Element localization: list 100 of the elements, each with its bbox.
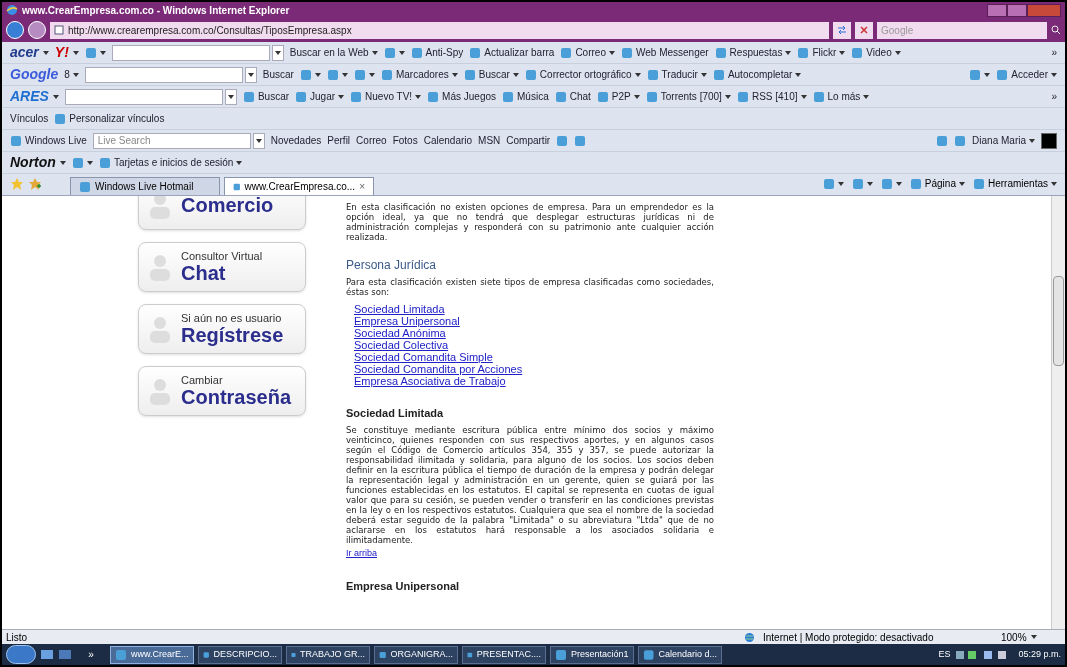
icon-button[interactable] [822, 177, 844, 190]
toolbar-button[interactable]: Calendario [423, 133, 473, 148]
maximize-button[interactable] [1007, 3, 1027, 17]
more-button[interactable]: » [76, 647, 106, 662]
logo-button[interactable]: Norton [10, 152, 66, 173]
toolbar-button[interactable]: Autocompletar [712, 67, 802, 82]
clock[interactable]: 05:29 p.m. [1018, 647, 1061, 662]
toolbar-button[interactable]: Corrector ortográfico [524, 67, 641, 82]
link[interactable]: Sociedad Comandita Simple [354, 351, 493, 363]
sidebar-button[interactable]: Comercio [138, 196, 306, 230]
toolbar-button[interactable]: Personalizar vínculos [54, 111, 165, 126]
toolbar-button[interactable]: Buscar en la Web [289, 45, 378, 60]
minimize-button[interactable] [987, 3, 1007, 17]
toolbar-button[interactable]: Flickr [797, 45, 846, 60]
sidebar-button[interactable]: Cambiar Contraseña [138, 366, 306, 416]
add-favorite-icon[interactable] [28, 177, 42, 191]
toolbar-button[interactable]: Tarjetas e inicios de sesión [98, 155, 243, 170]
command-button[interactable]: Herramientas [972, 176, 1057, 191]
toolbar-button[interactable]: Buscar [242, 89, 290, 104]
forward-button[interactable] [28, 21, 46, 39]
taskbar-button[interactable]: Calendario d... [638, 645, 722, 664]
dropdown-button[interactable] [224, 88, 237, 105]
more-button[interactable]: » [1051, 89, 1057, 104]
back-button[interactable] [6, 21, 24, 39]
toolbar-button[interactable]: Compartir [506, 133, 551, 148]
link[interactable]: Sociedad Comandita por Acciones [354, 363, 523, 375]
taskbar-button[interactable]: ORGANIGRA... [374, 645, 458, 664]
icon-button[interactable] [383, 46, 405, 59]
close-tab-button[interactable]: × [359, 179, 365, 194]
taskbar-button[interactable]: DESCRIPCIO... [198, 645, 282, 664]
toolbar-button[interactable]: Traducir [646, 67, 707, 82]
link[interactable]: Sociedad Colectiva [354, 339, 449, 351]
toolbar-button[interactable]: Perfil [327, 133, 351, 148]
toolbar-button[interactable]: Acceder [996, 67, 1057, 82]
search-field[interactable]: Live Search [92, 132, 251, 149]
icon-button[interactable] [969, 68, 991, 81]
toolbar-button[interactable]: Chat [554, 89, 591, 104]
toolbar-button[interactable]: Fotos [392, 133, 418, 148]
refresh-button[interactable] [833, 21, 851, 39]
search-field[interactable]: Google [877, 21, 1047, 39]
toolbar-button[interactable]: Nuevo TV! [350, 89, 422, 104]
scrollbar[interactable] [1051, 196, 1065, 629]
language-indicator[interactable]: ES [938, 647, 951, 662]
toolbar-button[interactable]: Marcadores [380, 67, 458, 82]
sidebar-button[interactable]: Si aún no es usuario Regístrese [138, 304, 306, 354]
browser-tab[interactable]: www.CrearEmpresa.co... × [224, 177, 374, 195]
toolbar-button[interactable]: Lo más [812, 89, 870, 104]
quick-launch-icon[interactable] [40, 648, 54, 661]
logo-button[interactable]: acer [10, 42, 49, 63]
dropdown-button[interactable] [244, 66, 257, 83]
toolbar-button[interactable]: Más Juegos [427, 89, 497, 104]
toolbar-button[interactable]: Buscar [463, 67, 519, 82]
toolbar-button[interactable]: Web Messenger [620, 45, 709, 60]
taskbar-button[interactable]: www.CrearE... [110, 645, 194, 664]
browser-tab[interactable]: Windows Live Hotmail [70, 177, 220, 195]
link[interactable]: Sociedad Limitada [354, 303, 445, 315]
taskbar-button[interactable]: Presentación1 [550, 645, 634, 664]
toolbar-button[interactable]: Correo [560, 45, 615, 60]
link[interactable]: Empresa Asociativa de Trabajo [354, 375, 506, 387]
dropdown-button[interactable] [252, 132, 265, 149]
icon-button[interactable] [851, 177, 873, 190]
sidebar-button[interactable]: Consultor Virtual Chat [138, 242, 306, 292]
toolbar-button[interactable]: Windows Live [10, 133, 87, 148]
command-button[interactable]: Página [909, 176, 965, 191]
search-field[interactable] [84, 66, 243, 83]
taskbar-button[interactable]: PRESENTAC.... [462, 645, 546, 664]
toolbar-button[interactable]: 8 [64, 67, 79, 82]
toolbar-button[interactable]: Buscar [262, 67, 294, 82]
toolbar-button[interactable]: Torrents [700] [645, 89, 731, 104]
icon-button[interactable] [84, 46, 106, 59]
link[interactable]: Sociedad Anónima [354, 327, 446, 339]
start-button[interactable] [6, 645, 36, 664]
zoom-button[interactable]: 100% [1001, 629, 1061, 645]
scrollbar-thumb[interactable] [1053, 276, 1064, 366]
toolbar-button[interactable]: Actualizar barra [469, 45, 555, 60]
toolbar-button[interactable]: Anti-Spy [410, 45, 464, 60]
favorites-star-icon[interactable] [10, 177, 24, 191]
toolbar-button[interactable]: Música [502, 89, 549, 104]
search-icon[interactable] [1051, 25, 1061, 35]
toolbar-button[interactable]: Vínculos [10, 111, 49, 126]
icon-button[interactable] [880, 177, 902, 190]
toolbar-button[interactable]: MSN [478, 133, 501, 148]
toolbar-button[interactable]: Diana Maria [972, 133, 1035, 148]
address-field[interactable]: http://www.crearempresa.com.co/Consultas/TiposEmpresa.aspx [50, 21, 829, 39]
icon-button[interactable] [353, 68, 375, 81]
logo-button[interactable]: Google [10, 64, 59, 85]
dropdown-button[interactable] [271, 44, 284, 61]
toolbar-button[interactable]: Novedades [270, 133, 322, 148]
search-field[interactable] [64, 88, 223, 105]
toolbar-button[interactable]: Jugar [295, 89, 345, 104]
icon-button[interactable] [71, 156, 93, 169]
toolbar-button[interactable]: Respuestas [714, 45, 792, 60]
color-swatch[interactable] [1041, 132, 1057, 149]
logo-button[interactable]: Y! [54, 42, 79, 63]
close-button[interactable] [1027, 3, 1061, 17]
taskbar-button[interactable]: TRABAJO GR... [286, 645, 370, 664]
logo-button[interactable]: ARES [10, 86, 59, 107]
icon-button[interactable] [299, 68, 321, 81]
back-to-top-link[interactable]: Ir arriba [346, 546, 377, 560]
search-field[interactable] [111, 44, 270, 61]
